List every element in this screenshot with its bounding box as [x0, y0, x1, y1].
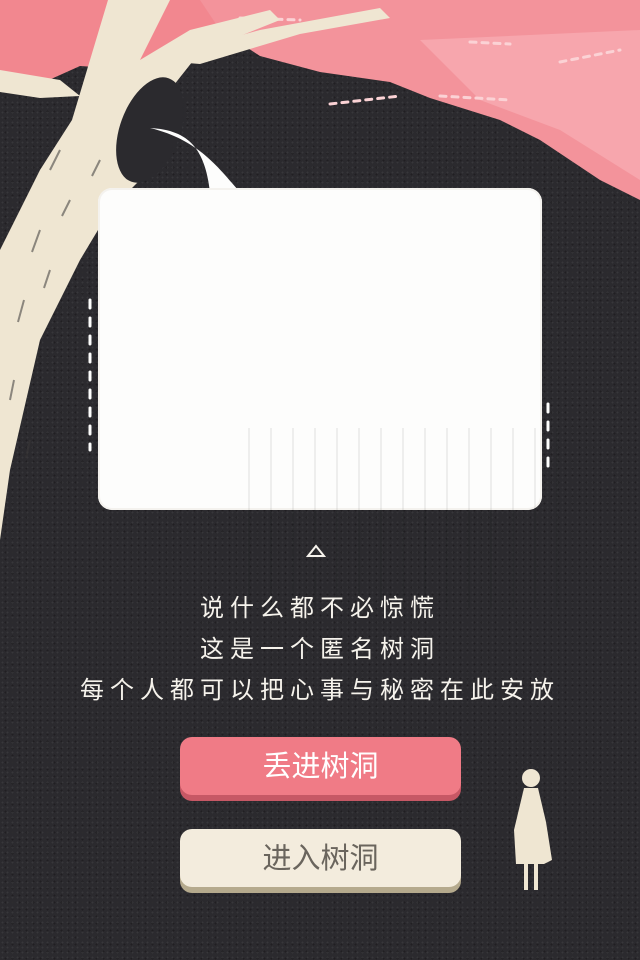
intro-line-2: 这是一个匿名树洞	[200, 635, 440, 663]
intro-line-1: 说什么都不必惊慌	[200, 594, 440, 622]
enter-treehole-button[interactable]: 进入树洞	[180, 829, 461, 887]
intro-text: 说什么都不必惊慌 这是一个匿名树洞 每个人都可以把心事与秘密在此安放	[0, 588, 640, 711]
intro-line-3: 每个人都可以把心事与秘密在此安放	[80, 676, 560, 704]
bubble-faint-texture	[248, 428, 568, 608]
throw-into-treehole-button[interactable]: 丢进树洞	[180, 737, 461, 795]
speech-bubble	[98, 188, 568, 608]
triangle-up-icon	[306, 544, 326, 557]
